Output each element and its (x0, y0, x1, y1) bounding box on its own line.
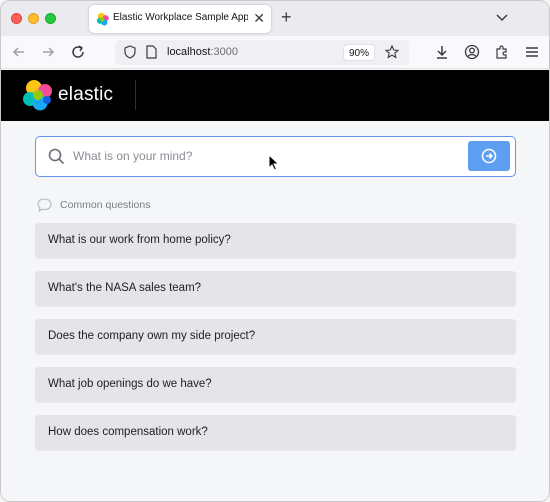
search-input[interactable] (73, 145, 453, 167)
question-text: What is our work from home policy? (48, 234, 231, 246)
search-icon (48, 148, 65, 165)
back-arrow-icon[interactable] (11, 44, 27, 60)
search-submit-button[interactable] (468, 141, 510, 171)
arrow-right-circle-icon (481, 148, 497, 164)
elastic-logo-icon[interactable] (23, 79, 53, 111)
question-item[interactable]: How does compensation work? (35, 415, 516, 450)
page-info-icon[interactable] (145, 45, 158, 59)
mouse-cursor-icon (268, 154, 280, 171)
common-questions-list: What is our work from home policy? What'… (35, 223, 516, 463)
account-icon[interactable] (464, 44, 480, 60)
close-tab-icon[interactable]: ✕ (253, 10, 265, 26)
chevron-down-icon[interactable] (495, 10, 509, 24)
zoom-level-badge[interactable]: 90% (343, 44, 376, 61)
close-window-button[interactable] (11, 13, 22, 24)
elastic-favicon-icon (96, 12, 109, 26)
tab-strip: Elastic Workplace Sample App ✕ + (1, 1, 549, 36)
question-text: How does compensation work? (48, 426, 208, 438)
question-text: What's the NASA sales team? (48, 282, 202, 294)
question-text: Does the company own my side project? (48, 330, 256, 342)
navigation-bar: localhost:3000 90% (1, 36, 549, 69)
address-bar[interactable]: localhost:3000 90% (115, 40, 409, 65)
bookmark-star-icon[interactable] (385, 45, 399, 59)
question-item[interactable]: What is our work from home policy? (35, 223, 516, 258)
shield-icon[interactable] (123, 45, 137, 59)
minimize-window-button[interactable] (28, 13, 39, 24)
main-content: Common questions What is our work from h… (1, 121, 549, 501)
maximize-window-button[interactable] (45, 13, 56, 24)
chat-bubble-icon (37, 198, 52, 212)
question-item[interactable]: Does the company own my side project? (35, 319, 516, 354)
question-text: What job openings do we have? (48, 378, 212, 390)
new-tab-button[interactable]: + (281, 7, 292, 27)
header-divider (135, 80, 136, 110)
app-header: elastic (1, 70, 549, 121)
question-item[interactable]: What job openings do we have? (35, 367, 516, 402)
url-text: localhost:3000 (167, 46, 238, 58)
menu-icon[interactable] (524, 44, 540, 60)
download-icon[interactable] (434, 44, 450, 60)
extensions-icon[interactable] (494, 44, 510, 60)
common-questions-label: Common questions (60, 199, 151, 211)
browser-window: Elastic Workplace Sample App ✕ + localho… (0, 0, 550, 502)
reload-icon[interactable] (70, 44, 86, 60)
forward-arrow-icon[interactable] (40, 44, 56, 60)
logo-text[interactable]: elastic (58, 84, 113, 106)
browser-tab[interactable]: Elastic Workplace Sample App ✕ (89, 5, 271, 33)
question-item[interactable]: What's the NASA sales team? (35, 271, 516, 306)
tab-title: Elastic Workplace Sample App (113, 12, 248, 23)
